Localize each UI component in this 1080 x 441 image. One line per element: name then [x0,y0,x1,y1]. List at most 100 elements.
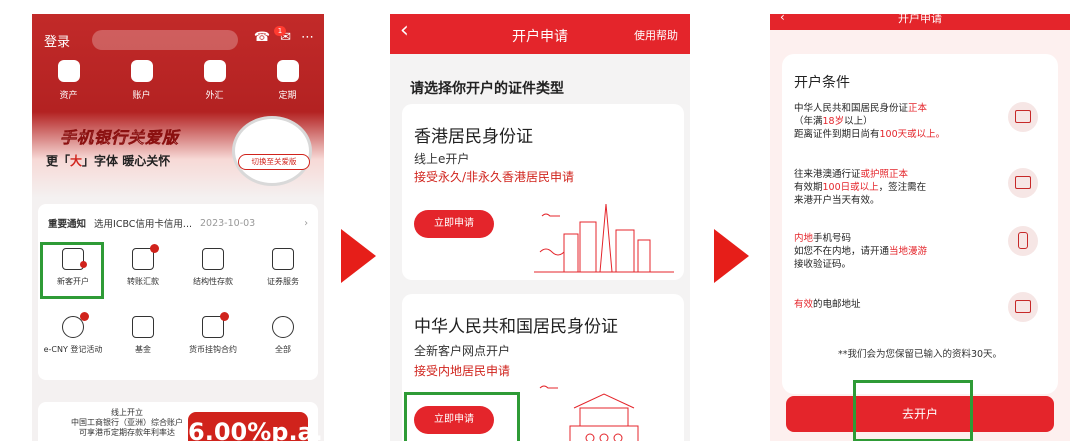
section-title: 请选择你开户的证件类型 [410,81,564,97]
account-conditions-screen: ‹ 开户申请 开户条件 中华人民共和国居民身份证正本 （年满18岁以上） 距离证… [770,14,1070,441]
service-transfer[interactable]: 转账汇款 [108,242,178,298]
quick-links: 资产 账户 外汇 定期 [32,60,324,101]
quick-link-label: 账户 [132,91,151,101]
fund-icon [132,316,154,338]
hk-id-card-option: 香港居民身份证 线上e开户 接受永久/非永久香港居民申请 立即申请 [402,104,684,280]
service-securities[interactable]: 证券服务 [248,242,318,298]
login-button[interactable]: 登录 [44,31,70,50]
condition-email: 有效的电邮地址 [794,292,1048,322]
highlight-box [40,242,104,299]
nav-bar: ‹ 开户申请 使用帮助 [390,14,690,54]
notice-text: 选用ICBC信用卡信用... [94,219,192,230]
securities-icon [272,248,294,270]
quick-link-accounts[interactable]: 账户 [112,60,172,101]
promo-rate: 6.00%p.a. [188,412,323,441]
condition-highlight: 正本 [908,103,928,114]
banner-title: 手机银行关爱版 [60,128,180,148]
promo-line: 可享港币定期存款年利率达 [79,428,175,437]
more-icon[interactable]: ⋯ [301,30,314,45]
care-version-banner[interactable]: 手机银行关爱版 更「大」字体 暖心关怀 切换至关爱版 [32,112,324,198]
currency-linked-icon [202,312,229,338]
percent-icon [203,60,226,82]
option-requirement: 接受内地居民申请 [414,364,511,378]
help-link[interactable]: 使用帮助 [634,27,678,43]
option-title: 香港居民身份证 [414,127,533,147]
condition-highlight: 18岁 [822,116,845,127]
promo-line: 中国工商银行（亚洲）综合账户 [71,418,183,427]
service-label: 全部 [275,345,291,354]
nav-bar: ‹ 开户申请 [770,14,1070,30]
transfer-icon [132,244,159,270]
service-label: 基金 [135,345,151,354]
option-subtitle: 全新客户网点开户 [414,344,511,358]
banner-subtitle-em: 大 [70,154,83,168]
quick-link-assets[interactable]: 资产 [39,60,99,101]
service-label: 结构性存款 [193,277,233,286]
service-label: 货币挂钩合约 [189,345,237,354]
tutorial-stage: 登录 ☎ ✉ ⋯ 1 资产 账户 外汇 定期 手机银行关爱版 更「大」字体 暖心… [0,0,1080,441]
passport-card-icon [1008,168,1038,198]
condition-text: ，签注需在 [878,182,927,193]
service-fund[interactable]: 基金 [108,310,178,366]
condition-text: 中华人民共和国居民身份证 [794,103,909,114]
option-title: 中华人民共和国居民身份证 [414,317,618,337]
condition-text: 往来港澳通行证 [794,169,861,180]
headset-icon[interactable]: ☎ [254,30,270,45]
service-label: e-CNY 登记活动 [43,345,103,354]
condition-highlight: 有效 [794,299,814,310]
banner-subtitle-pre: 更「 [46,154,71,168]
condition-highlight: 或护照正本 [860,169,909,180]
service-all[interactable]: 全部 [248,310,318,366]
notice-bar[interactable]: 重要通知 选用ICBC信用卡信用... 2023-10-03 › [48,212,308,234]
home-screen: 登录 ☎ ✉ ⋯ 1 资产 账户 外汇 定期 手机银行关爱版 更「大」字体 暖心… [32,14,324,441]
chevron-right-icon: › [304,217,308,229]
quick-link-label: 资产 [59,91,78,101]
option-subtitle: 线上e开户 [414,152,470,166]
condition-text: （年满 [794,116,823,127]
service-currency-linked[interactable]: 货币挂钩合约 [178,310,248,366]
service-ecny[interactable]: e-CNY 登记活动 [38,310,108,366]
condition-highlight: 100日或以上 [822,182,879,193]
conditions-heading: 开户条件 [794,75,850,91]
banner-subtitle-post: 」字体 暖心关怀 [82,154,171,168]
service-label: 证券服务 [267,277,299,286]
hong-kong-skyline-illustration [534,203,674,273]
condition-mobile-number: 内地手机号码 如您不在内地，请开通当地漫游 接收验证码。 [794,226,1048,271]
page-title: 开户申请 [898,14,942,25]
message-badge: 1 [274,26,286,36]
condition-text: 接收验证码。 [794,259,852,270]
condition-text: 。 [935,129,946,140]
step-arrow-icon [714,229,749,283]
banner-subtitle: 更「大」字体 暖心关怀 [46,152,170,169]
condition-highlight: 当地漫游 [889,246,928,257]
quick-link-deposit[interactable]: 定期 [258,60,318,101]
condition-text: 有效期 [794,182,823,193]
quick-link-label: 定期 [278,91,297,101]
switch-care-version-button[interactable]: 切换至关爱版 [238,154,310,170]
service-structured-deposit[interactable]: 结构性存款 [178,242,248,298]
condition-highlight: 内地 [794,233,814,244]
data-retention-note: **我们会为您保留已输入的资料30天。 [837,349,1003,360]
tiananmen-illustration [539,385,639,441]
condition-text: 手机号码 [813,233,852,244]
condition-highlight: 100天或以上 [879,129,936,140]
promo-card[interactable]: 线上开立 中国工商银行（亚洲）综合账户 可享港币定期存款年利率达 6.00%p.… [38,402,323,441]
conditions-panel: 开户条件 中华人民共和国居民身份证正本 （年满18岁以上） 距离证件到期日尚有1… [782,54,1058,394]
promo-text: 线上开立 中国工商银行（亚洲）综合账户 可享港币定期存款年利率达 [52,408,202,438]
condition-text: 距离证件到期日尚有 [794,129,880,140]
quick-link-label: 外汇 [205,91,224,101]
apply-now-button[interactable]: 立即申请 [414,210,494,238]
condition-id-card: 中华人民共和国居民身份证正本 （年满18岁以上） 距离证件到期日尚有100天或以… [794,102,1048,141]
ecny-icon [62,312,89,338]
option-requirement: 接受永久/非永久香港居民申请 [414,170,575,184]
account-application-screen: ‹ 开户申请 使用帮助 请选择你开户的证件类型 香港居民身份证 线上e开户 接受… [390,14,690,441]
pie-chart-icon [276,60,299,82]
highlight-box [404,392,520,441]
search-bar[interactable] [92,30,238,50]
highlight-box [853,380,973,441]
condition-text: 如您不在内地，请开通 [794,246,890,257]
promo-line: 线上开立 [111,408,143,417]
condition-travel-permit: 往来港澳通行证或护照正本 有效期100日或以上，签注需在 来港开户当天有效。 [794,168,1048,207]
condition-text: 来港开户当天有效。 [794,195,880,206]
quick-link-fx[interactable]: 外汇 [185,60,245,101]
